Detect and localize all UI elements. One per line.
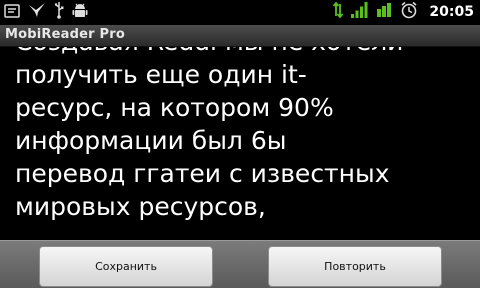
status-bar-notifications bbox=[4, 2, 88, 22]
text-line: перевод ггатеи с известных bbox=[15, 159, 390, 188]
button-panel: Сохранить Повторить bbox=[0, 240, 480, 288]
save-button[interactable]: Сохранить bbox=[39, 246, 213, 287]
app-title-bar: MobiReader Pro bbox=[0, 25, 480, 47]
status-bar-system: 20:05 bbox=[333, 1, 474, 23]
text-line: информации был 6ы bbox=[15, 126, 287, 155]
bird-icon[interactable] bbox=[28, 2, 46, 22]
reader-text-area[interactable]: Создавая Reddi мы не хотели получить еще… bbox=[0, 47, 480, 240]
app-title: MobiReader Pro bbox=[5, 27, 125, 42]
text-line: мировых ресурсов, bbox=[15, 192, 266, 221]
repeat-button[interactable]: Повторить bbox=[268, 246, 442, 287]
reader-text: Создавая Reddi мы не хотели получить еще… bbox=[15, 47, 403, 223]
android-debug-icon[interactable] bbox=[72, 1, 88, 23]
data-arrows-icon bbox=[333, 1, 344, 23]
status-time: 20:05 bbox=[429, 4, 474, 20]
text-line: Создавая Reddi мы не хотели bbox=[15, 47, 403, 58]
signal-icon bbox=[350, 1, 368, 23]
alarm-icon bbox=[400, 1, 418, 23]
status-bar: 20:05 bbox=[0, 0, 480, 25]
text-line: ресурс, на котором 90% bbox=[15, 93, 334, 122]
screen: 20:05 MobiReader Pro Создавая Reddi мы н… bbox=[0, 0, 480, 288]
notification-icon[interactable] bbox=[4, 3, 20, 22]
wifi-icon bbox=[375, 1, 393, 23]
text-line: получить еще один it- bbox=[15, 60, 307, 89]
usb-icon[interactable] bbox=[54, 1, 64, 23]
